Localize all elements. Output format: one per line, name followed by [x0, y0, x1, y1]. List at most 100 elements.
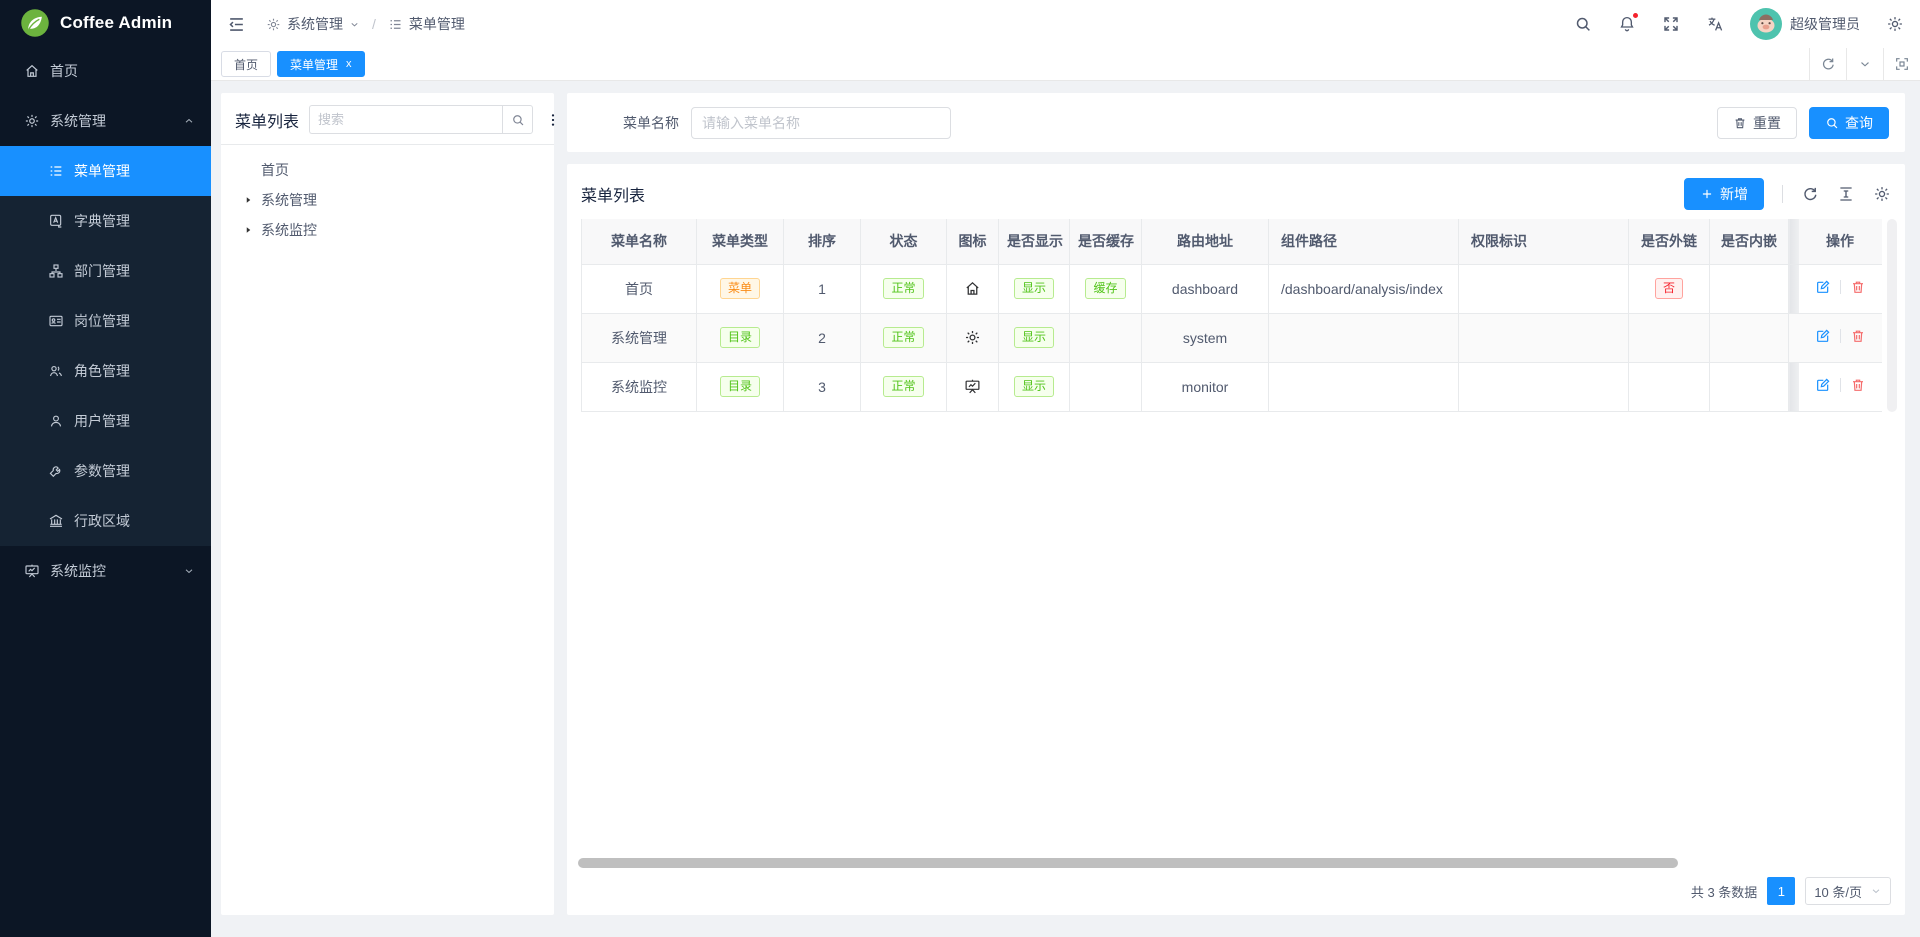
type-badge: 菜单	[720, 278, 760, 299]
table-row: 首页 菜单 1 正常 显示 缓存 dashboard /dashboard/an…	[582, 264, 1882, 313]
cell-permission	[1459, 362, 1629, 411]
type-badge: 目录	[720, 376, 760, 397]
tab-dropdown-icon[interactable]	[1846, 48, 1883, 80]
tree-node-home[interactable]: 首页	[227, 155, 548, 185]
cell-order: 1	[784, 264, 861, 313]
add-button[interactable]: 新增	[1684, 178, 1764, 210]
user-menu[interactable]: 超级管理员	[1750, 8, 1860, 40]
column-settings-gear-icon[interactable]	[1873, 185, 1891, 203]
sidebar-group-system[interactable]: 系统管理	[0, 96, 211, 146]
sidebar-item-post-mgmt[interactable]: 岗位管理	[0, 296, 211, 346]
cell-menu-name: 首页	[582, 264, 697, 313]
top-header: 系统管理 / 菜单管理 超级管理员	[211, 0, 1920, 48]
cell-permission	[1459, 313, 1629, 362]
search-icon	[1825, 116, 1839, 130]
cell-status: 正常	[861, 313, 947, 362]
delete-icon[interactable]	[1850, 328, 1866, 344]
sidebar-item-label: 首页	[50, 61, 78, 81]
visible-badge: 显示	[1014, 278, 1054, 299]
edit-icon[interactable]	[1815, 328, 1831, 344]
tree-more-menu-icon[interactable]	[543, 112, 563, 128]
tree-node-label: 首页	[261, 160, 289, 180]
app-logo: Coffee Admin	[0, 0, 211, 46]
monitor-icon	[964, 378, 981, 395]
delete-icon[interactable]	[1850, 279, 1866, 295]
edit-icon[interactable]	[1815, 377, 1831, 393]
delete-icon[interactable]	[1850, 377, 1866, 393]
table-tools: 新增	[1684, 178, 1891, 210]
sidebar-item-dept-mgmt[interactable]: 部门管理	[0, 246, 211, 296]
cell-cache	[1070, 313, 1142, 362]
gear-icon	[964, 329, 981, 346]
tab-refresh-icon[interactable]	[1809, 48, 1846, 80]
plus-icon	[1700, 187, 1714, 201]
refresh-icon[interactable]	[1801, 185, 1819, 203]
tree-search-button[interactable]	[502, 105, 533, 134]
cell-menu-name: 系统管理	[582, 313, 697, 362]
menu-fold-icon[interactable]	[227, 15, 246, 34]
header-actions: 超级管理员	[1574, 8, 1904, 40]
tab-maximize-icon[interactable]	[1883, 48, 1920, 80]
sidebar-item-user-mgmt[interactable]: 用户管理	[0, 396, 211, 446]
tab-menu-mgmt[interactable]: 菜单管理 x	[277, 51, 365, 77]
type-badge: 目录	[720, 327, 760, 348]
chevron-down-icon[interactable]	[349, 19, 360, 30]
fullscreen-icon[interactable]	[1662, 15, 1680, 33]
search-icon[interactable]	[1574, 15, 1592, 33]
cell-external	[1629, 313, 1710, 362]
sidebar: Coffee Admin 首页 系统管理 菜单管理 字典管理 部门管理	[0, 0, 211, 937]
table-row: 系统监控 目录 3 正常 显示 monitor	[582, 362, 1882, 411]
tree-node-label: 系统管理	[261, 190, 317, 210]
caret-right-icon[interactable]	[241, 195, 255, 205]
sidebar-item-role-mgmt[interactable]: 角色管理	[0, 346, 211, 396]
tree-node-system[interactable]: 系统管理	[227, 185, 548, 215]
tab-close-icon[interactable]: x	[346, 59, 352, 70]
vertical-scrollbar[interactable]	[1887, 219, 1897, 412]
caret-right-icon[interactable]	[241, 225, 255, 235]
tree-search-input[interactable]	[309, 105, 502, 134]
sidebar-item-dict-mgmt[interactable]: 字典管理	[0, 196, 211, 246]
breadcrumb-item[interactable]: 系统管理	[287, 14, 343, 34]
visible-badge: 显示	[1014, 327, 1054, 348]
cell-cache	[1070, 362, 1142, 411]
cell-cache: 缓存	[1070, 264, 1142, 313]
reset-button[interactable]: 重置	[1717, 107, 1797, 139]
col-embedded: 是否内嵌	[1710, 219, 1789, 264]
menu-name-input[interactable]	[691, 107, 951, 139]
tree-node-monitor[interactable]: 系统监控	[227, 215, 548, 245]
sidebar-item-label: 部门管理	[74, 261, 130, 281]
col-permission: 权限标识	[1459, 219, 1629, 264]
cell-menu-name: 系统监控	[582, 362, 697, 411]
query-button[interactable]: 查询	[1809, 107, 1889, 139]
notification-bell-icon[interactable]	[1618, 15, 1636, 33]
sidebar-item-home[interactable]: 首页	[0, 46, 211, 96]
sidebar-item-menu-mgmt[interactable]: 菜单管理	[0, 146, 211, 196]
col-visible: 是否显示	[999, 219, 1070, 264]
translate-icon[interactable]	[1706, 15, 1724, 33]
cell-visible: 显示	[999, 264, 1070, 313]
cell-component-path: /dashboard/analysis/index	[1269, 264, 1459, 313]
sidebar-item-region[interactable]: 行政区域	[0, 496, 211, 546]
breadcrumb-separator: /	[372, 16, 376, 32]
fixed-column-shadow	[1789, 313, 1799, 362]
edit-icon[interactable]	[1815, 279, 1831, 295]
app-root: Coffee Admin 首页 系统管理 菜单管理 字典管理 部门管理	[0, 0, 1920, 937]
tab-label: 首页	[234, 56, 258, 73]
sidebar-item-param-mgmt[interactable]: 参数管理	[0, 446, 211, 496]
cell-visible: 显示	[999, 362, 1070, 411]
sidebar-group-monitor[interactable]: 系统监控	[0, 546, 211, 596]
settings-gear-icon[interactable]	[1886, 15, 1904, 33]
cell-embedded	[1710, 362, 1789, 411]
horizontal-scrollbar-thumb[interactable]	[578, 858, 1678, 868]
pagination-page-1[interactable]: 1	[1767, 877, 1795, 905]
col-cache: 是否缓存	[1070, 219, 1142, 264]
reset-label: 重置	[1753, 113, 1781, 133]
cell-external	[1629, 362, 1710, 411]
page-size-select[interactable]: 10 条/页	[1805, 877, 1891, 905]
table-header-row: 菜单名称 菜单类型 排序 状态 图标 是否显示 是否缓存 路由地址 组件路径 权…	[582, 219, 1882, 264]
col-external: 是否外链	[1629, 219, 1710, 264]
sidebar-item-label: 参数管理	[74, 461, 130, 481]
density-icon[interactable]	[1837, 185, 1855, 203]
tab-home[interactable]: 首页	[221, 51, 271, 77]
col-menu-type: 菜单类型	[697, 219, 784, 264]
